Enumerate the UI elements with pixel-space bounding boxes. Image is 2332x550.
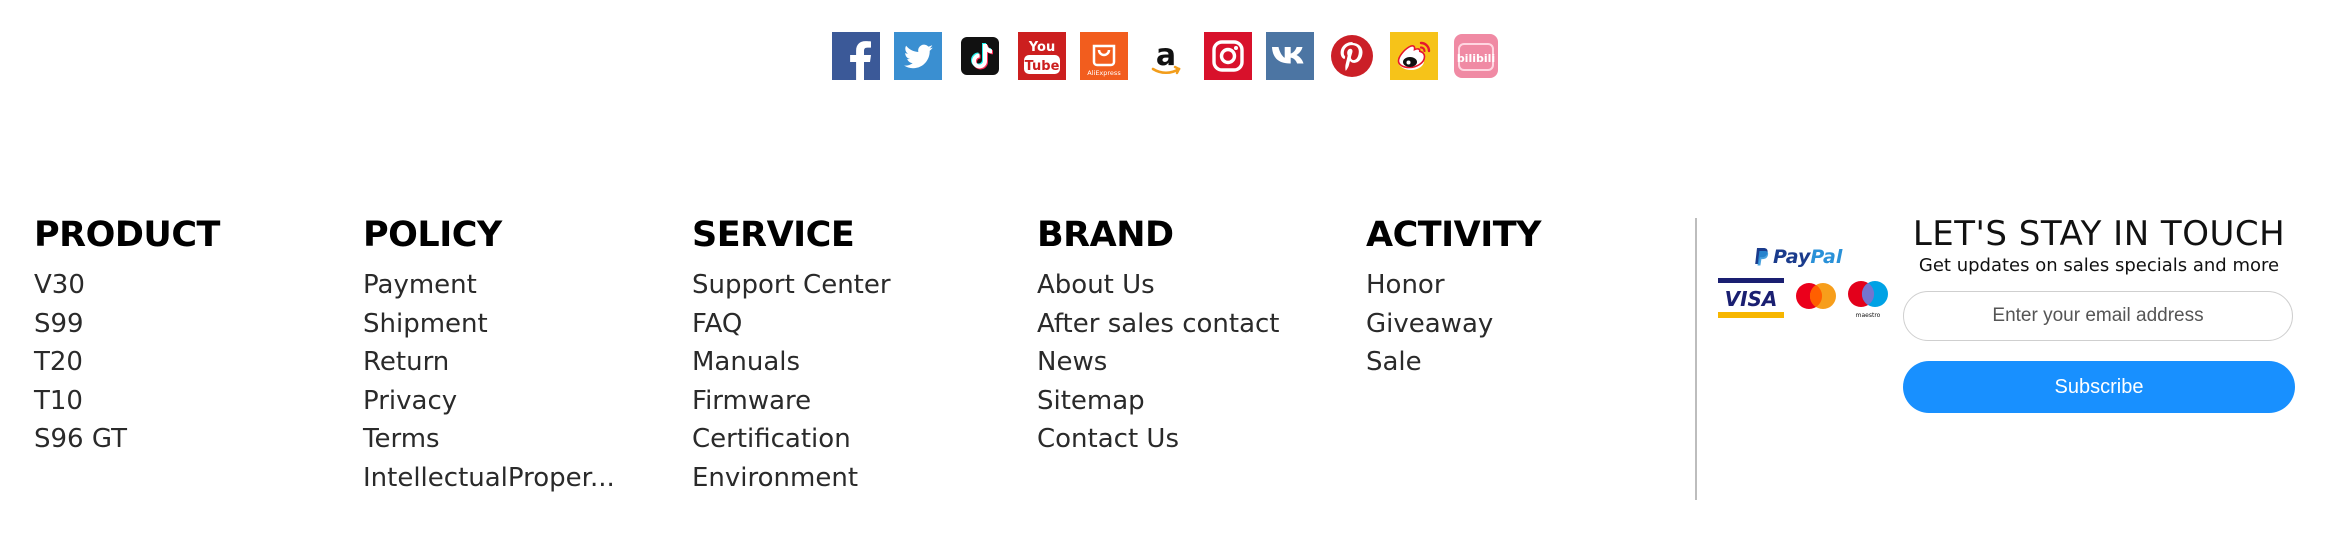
maestro-card-icon: maestro [1848, 281, 1888, 319]
footer-link[interactable]: FAQ [692, 305, 891, 344]
instagram-link[interactable] [1204, 32, 1252, 80]
footer-link[interactable]: Shipment [363, 305, 615, 344]
newsletter-title: LET'S STAY IN TOUCH [1912, 214, 2286, 254]
facebook-icon [832, 32, 880, 80]
amazon-text: a [1156, 38, 1176, 73]
mastercard-icon [1796, 283, 1836, 309]
bilibili-icon: bilibili [1454, 34, 1498, 78]
weibo-icon [1390, 32, 1438, 80]
pinterest-link[interactable] [1328, 32, 1376, 80]
pinterest-icon [1328, 32, 1376, 80]
facebook-link[interactable] [832, 32, 880, 80]
footer-link[interactable]: Certification [692, 420, 891, 459]
footer-link[interactable]: Firmware [692, 382, 891, 421]
instagram-icon [1204, 32, 1252, 80]
footer-link[interactable]: S99 [34, 305, 220, 344]
link-list: Support Center FAQ Manuals Firmware Cert… [692, 266, 891, 497]
footer-link[interactable]: Return [363, 343, 615, 382]
footer-link[interactable]: Payment [363, 266, 615, 305]
youtube-link[interactable]: You Tube [1018, 32, 1066, 80]
footer-link[interactable]: IntellectualProper... [363, 459, 615, 498]
footer-link[interactable]: Honor [1366, 266, 1541, 305]
footer-link[interactable]: News [1037, 343, 1280, 382]
youtube-text-top: You [1028, 40, 1055, 55]
link-list: About Us After sales contact News Sitema… [1037, 266, 1280, 459]
tiktok-link[interactable] [956, 32, 1004, 80]
amazon-link[interactable]: a [1142, 32, 1190, 80]
paypal-text-pay: Pay [1773, 246, 1811, 268]
link-list: Payment Shipment Return Privacy Terms In… [363, 266, 615, 497]
footer-link[interactable]: Privacy [363, 382, 615, 421]
column-title: BRAND [1037, 215, 1174, 255]
tiktok-icon [956, 32, 1004, 80]
footer-link[interactable]: Environment [692, 459, 891, 498]
footer-link[interactable]: Sale [1366, 343, 1541, 382]
payment-methods: Pay Pal VISA maestro [1718, 246, 1890, 326]
footer-link[interactable]: Contact Us [1037, 420, 1280, 459]
footer-link[interactable]: S96 GT [34, 420, 220, 459]
visa-card-icon: VISA [1718, 278, 1784, 318]
footer-column-brand: BRAND About Us After sales contact News … [1037, 212, 1280, 459]
vertical-divider [1695, 218, 1697, 500]
footer-link[interactable]: About Us [1037, 266, 1280, 305]
link-list: V30 S99 T20 T10 S96 GT [34, 266, 220, 459]
aliexpress-icon: AliExpress [1080, 32, 1128, 80]
bilibili-text: bilibili [1457, 52, 1495, 65]
footer-column-service: SERVICE Support Center FAQ Manuals Firmw… [692, 212, 891, 497]
footer-link[interactable]: After sales contact [1037, 305, 1280, 344]
footer-link[interactable]: Terms [363, 420, 615, 459]
visa-text: VISA [1725, 287, 1778, 311]
twitter-icon [894, 32, 942, 80]
youtube-text-bottom: Tube [1025, 59, 1060, 74]
subscribe-button[interactable]: Subscribe [1903, 361, 2295, 413]
footer-link[interactable]: V30 [34, 266, 220, 305]
paypal-text-pal: Pal [1810, 246, 1843, 268]
column-title: SERVICE [692, 215, 855, 255]
twitter-link[interactable] [894, 32, 942, 80]
aliexpress-link[interactable]: AliExpress [1080, 32, 1128, 80]
social-links: You Tube AliExpress a bilibili [0, 32, 2332, 80]
footer-column-policy: POLICY Payment Shipment Return Privacy T… [363, 212, 615, 497]
footer-link[interactable]: Giveaway [1366, 305, 1541, 344]
email-input[interactable] [1903, 291, 2293, 341]
weibo-link[interactable] [1390, 32, 1438, 80]
footer-link[interactable]: Manuals [692, 343, 891, 382]
vk-link[interactable] [1266, 32, 1314, 80]
vk-icon [1266, 32, 1314, 80]
paypal-logo: Pay Pal [1753, 246, 1842, 268]
column-title: ACTIVITY [1366, 215, 1542, 255]
link-list: Honor Giveaway Sale [1366, 266, 1541, 382]
column-title: PRODUCT [34, 215, 220, 255]
footer-column-product: PRODUCT V30 S99 T20 T10 S96 GT [34, 212, 220, 459]
column-title: POLICY [363, 215, 502, 255]
footer-link[interactable]: Sitemap [1037, 382, 1280, 421]
amazon-icon: a [1142, 32, 1190, 80]
footer-link[interactable]: T10 [34, 382, 220, 421]
aliexpress-text: AliExpress [1087, 69, 1121, 77]
newsletter-subtitle: Get updates on sales specials and more [1918, 255, 2280, 276]
bilibili-link[interactable]: bilibili [1452, 32, 1500, 80]
newsletter-heading: LET'S STAY IN TOUCH Get updates on sales… [1903, 213, 2295, 277]
footer-link[interactable]: T20 [34, 343, 220, 382]
maestro-text: maestro [1856, 312, 1881, 319]
footer-link[interactable]: Support Center [692, 266, 891, 305]
youtube-icon: You Tube [1018, 32, 1066, 80]
paypal-icon [1755, 248, 1769, 266]
footer-column-activity: ACTIVITY Honor Giveaway Sale [1366, 212, 1542, 382]
